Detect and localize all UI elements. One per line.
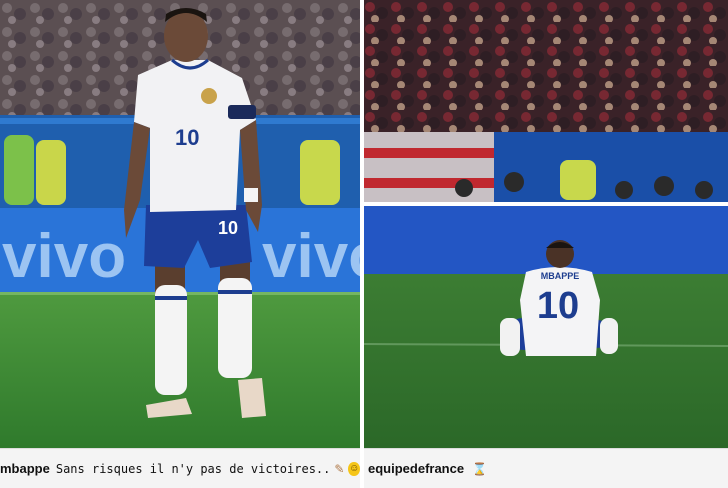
right-photo: MBAPPE 10 xyxy=(364,0,728,488)
left-caption-text: Sans risques il n'y pas de victoires.. xyxy=(55,461,331,476)
left-shirt-number: 10 xyxy=(175,125,199,150)
vivo-board-right: vivo xyxy=(262,222,360,291)
right-caption-username[interactable]: equipedefrance xyxy=(368,461,464,476)
grinning-face-icon: ☺ xyxy=(348,461,360,476)
vivo-board-left: vivo xyxy=(2,222,126,291)
right-shirt-name: MBAPPE xyxy=(541,271,580,281)
sitting-player-photo: MBAPPE 10 xyxy=(364,0,728,448)
flexed-biceps-icon: ✎ xyxy=(334,461,345,476)
left-shorts-number: 10 xyxy=(218,218,238,238)
hourglass-icon: ⌛ xyxy=(472,461,488,476)
standing-player-photo: vivo vivo xyxy=(0,0,360,448)
right-shirt-number: 10 xyxy=(537,285,579,327)
right-caption-bar: equipedefrance ⌛ xyxy=(364,448,728,488)
left-caption-username[interactable]: mbappe xyxy=(0,461,50,476)
left-caption-bar: mbappe Sans risques il n'y pas de victoi… xyxy=(0,448,360,488)
left-photo: vivo vivo xyxy=(0,0,360,488)
